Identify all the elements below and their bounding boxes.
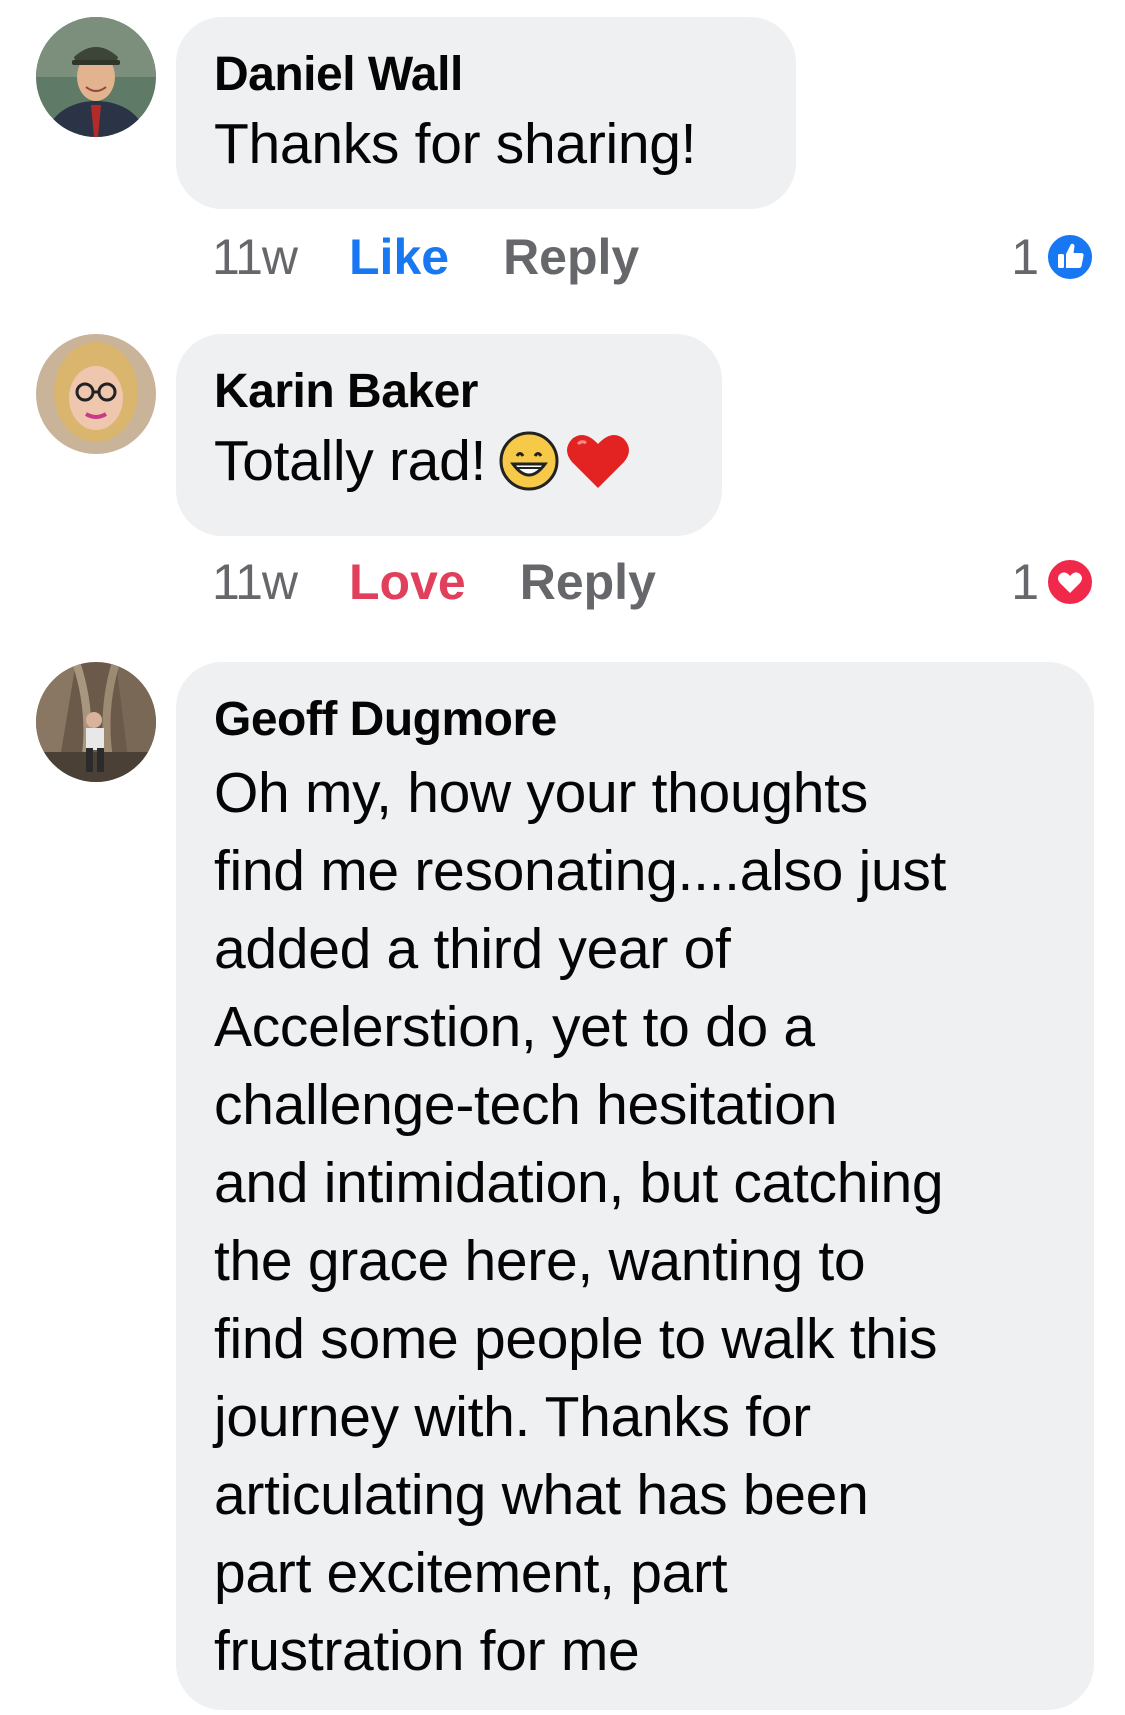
comment-actions: 11w Love Reply: [212, 547, 710, 617]
comment-bubble: Karin Baker Totally rad!: [176, 334, 722, 536]
avatar[interactable]: [36, 334, 156, 454]
comment-text: Thanks for sharing!: [214, 105, 758, 183]
comment-text-line: find me resonating....also just: [214, 839, 947, 903]
comment-text-line: Oh my, how your thoughts: [214, 761, 868, 825]
comment-bubble: Daniel Wall Thanks for sharing!: [176, 17, 796, 209]
comment-text-line: frustration for me: [214, 1619, 640, 1683]
avatar-image: [36, 662, 156, 782]
comment-timestamp[interactable]: 11w: [212, 553, 298, 611]
comment-text: Totally rad!: [214, 422, 684, 500]
red-heart-icon: [567, 435, 630, 488]
comment-text-line: articulating what has been: [214, 1463, 869, 1527]
comment-author[interactable]: Geoff Dugmore: [214, 690, 1056, 750]
comment-text-line: find some people to walk this: [214, 1307, 938, 1371]
comment-text-line: the grace here, wanting to: [214, 1229, 866, 1293]
love-icon: [1046, 558, 1094, 606]
comment-text-content: Totally rad!: [214, 429, 487, 493]
like-button[interactable]: Like: [349, 228, 449, 286]
avatar-image: [36, 17, 156, 137]
avatar-image: [36, 334, 156, 454]
comment-actions: 11w Like Reply: [212, 222, 693, 292]
reply-button[interactable]: Reply: [503, 228, 639, 286]
comment-text-line: part excitement, part: [214, 1541, 728, 1605]
comment-text-line: Accelerstion, yet to do a: [214, 995, 815, 1059]
comment-author[interactable]: Karin Baker: [214, 362, 684, 422]
comment-author[interactable]: Daniel Wall: [214, 45, 758, 105]
reaction-summary[interactable]: 1: [1011, 222, 1095, 292]
avatar[interactable]: [36, 662, 156, 782]
comment-text: Oh my, how your thoughts find me resonat…: [214, 754, 1056, 1690]
love-button[interactable]: Love: [349, 553, 466, 611]
reply-button[interactable]: Reply: [520, 553, 656, 611]
comment-text-line: challenge-tech hesitation: [214, 1073, 838, 1137]
comment-bubble: Geoff Dugmore Oh my, how your thoughts f…: [176, 662, 1094, 1710]
like-icon: [1046, 233, 1094, 281]
reaction-count: 1: [1011, 554, 1039, 610]
comment-text-line: and intimidation, but catching: [214, 1151, 944, 1215]
grinning-face-icon: [499, 431, 559, 491]
comment-text-line: Thanks for sharing!: [214, 112, 697, 176]
comment-text-line: added a third year of: [214, 917, 731, 981]
comment-timestamp[interactable]: 11w: [212, 228, 298, 286]
comment-text-line: Totally rad!: [214, 422, 684, 500]
reaction-summary[interactable]: 1: [1011, 547, 1095, 617]
reaction-count: 1: [1011, 229, 1039, 285]
comment-text-line: journey with. Thanks for: [214, 1385, 811, 1449]
avatar[interactable]: [36, 17, 156, 137]
